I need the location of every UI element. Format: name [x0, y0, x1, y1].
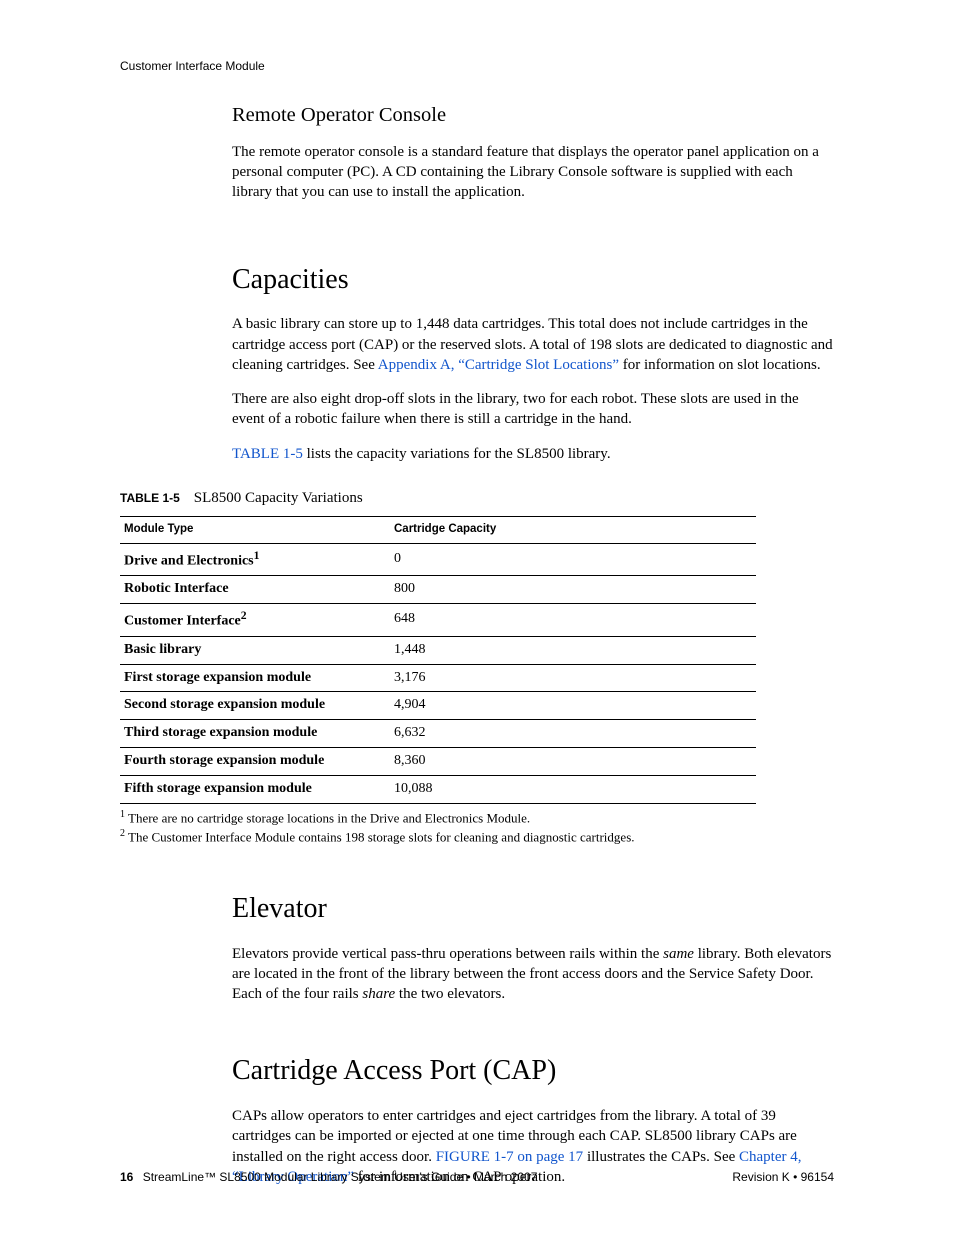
cell-module: Basic library: [120, 636, 390, 664]
table-footnotes: 1 There are no cartridge storage locatio…: [120, 808, 834, 846]
heading-capacities: Capacities: [232, 261, 834, 299]
cell-module: Second storage expansion module: [120, 692, 390, 720]
cell-capacity: 4,904: [390, 692, 756, 720]
table-caption: TABLE 1-5 SL8500 Capacity Variations: [120, 488, 834, 508]
cell-capacity: 0: [390, 543, 756, 576]
cell-module: Robotic Interface: [120, 576, 390, 604]
page-footer: 16 StreamLine™ SL8500 Modular Library Sy…: [120, 1169, 834, 1185]
cell-capacity: 1,448: [390, 636, 756, 664]
paragraph: A basic library can store up to 1,448 da…: [232, 314, 834, 375]
footer-left-text: StreamLine™ SL8500 Modular Library Syste…: [143, 1170, 538, 1184]
table-row: Fourth storage expansion module8,360: [120, 748, 756, 776]
table-row: Robotic Interface800: [120, 576, 756, 604]
text: Elevators provide vertical pass-thru ope…: [232, 946, 663, 962]
cell-module: Fifth storage expansion module: [120, 776, 390, 804]
heading-cap: Cartridge Access Port (CAP): [232, 1052, 834, 1090]
cell-capacity: 3,176: [390, 664, 756, 692]
cell-module: First storage expansion module: [120, 664, 390, 692]
cell-module: Customer Interface2: [120, 604, 390, 637]
cell-capacity: 648: [390, 604, 756, 637]
table-row: First storage expansion module3,176: [120, 664, 756, 692]
table-label: TABLE 1-5: [120, 491, 180, 505]
link-table-1-5[interactable]: TABLE 1-5: [232, 446, 303, 462]
paragraph: Elevators provide vertical pass-thru ope…: [232, 944, 834, 1005]
page-number: 16: [120, 1170, 133, 1184]
link-figure-1-7[interactable]: FIGURE 1-7 on page 17: [436, 1149, 583, 1165]
cell-capacity: 8,360: [390, 748, 756, 776]
capacity-table: Module Type Cartridge Capacity Drive and…: [120, 516, 756, 804]
cell-capacity: 6,632: [390, 720, 756, 748]
table-row: Fifth storage expansion module10,088: [120, 776, 756, 804]
table-row: Second storage expansion module4,904: [120, 692, 756, 720]
emphasis: share: [362, 986, 395, 1002]
emphasis: same: [663, 946, 694, 962]
cell-module: Third storage expansion module: [120, 720, 390, 748]
heading-elevator: Elevator: [232, 890, 834, 928]
footnote-text: There are no cartridge storage locations…: [125, 810, 530, 825]
text: the two elevators.: [395, 986, 505, 1002]
table-row: Third storage expansion module6,632: [120, 720, 756, 748]
cell-capacity: 800: [390, 576, 756, 604]
table-title: SL8500 Capacity Variations: [194, 490, 363, 506]
table-row: Basic library1,448: [120, 636, 756, 664]
table-row: Drive and Electronics10: [120, 543, 756, 576]
link-appendix-a[interactable]: Appendix A, “Cartridge Slot Locations”: [378, 357, 619, 373]
cell-module: Drive and Electronics1: [120, 543, 390, 576]
text: lists the capacity variations for the SL…: [303, 446, 611, 462]
table-row: Customer Interface2648: [120, 604, 756, 637]
paragraph: The remote operator console is a standar…: [232, 142, 834, 203]
running-header: Customer Interface Module: [120, 58, 834, 74]
heading-remote-operator-console: Remote Operator Console: [232, 102, 834, 130]
cell-module: Fourth storage expansion module: [120, 748, 390, 776]
footer-right-text: Revision K • 96154: [732, 1169, 834, 1185]
paragraph: There are also eight drop-off slots in t…: [232, 389, 834, 430]
cell-capacity: 10,088: [390, 776, 756, 804]
column-header-module: Module Type: [120, 517, 390, 544]
text: illustrates the CAPs. See: [583, 1149, 739, 1165]
paragraph: TABLE 1-5 lists the capacity variations …: [232, 444, 834, 464]
column-header-capacity: Cartridge Capacity: [390, 517, 756, 544]
text: for information on slot locations.: [619, 357, 821, 373]
footnote-text: The Customer Interface Module contains 1…: [125, 829, 635, 844]
